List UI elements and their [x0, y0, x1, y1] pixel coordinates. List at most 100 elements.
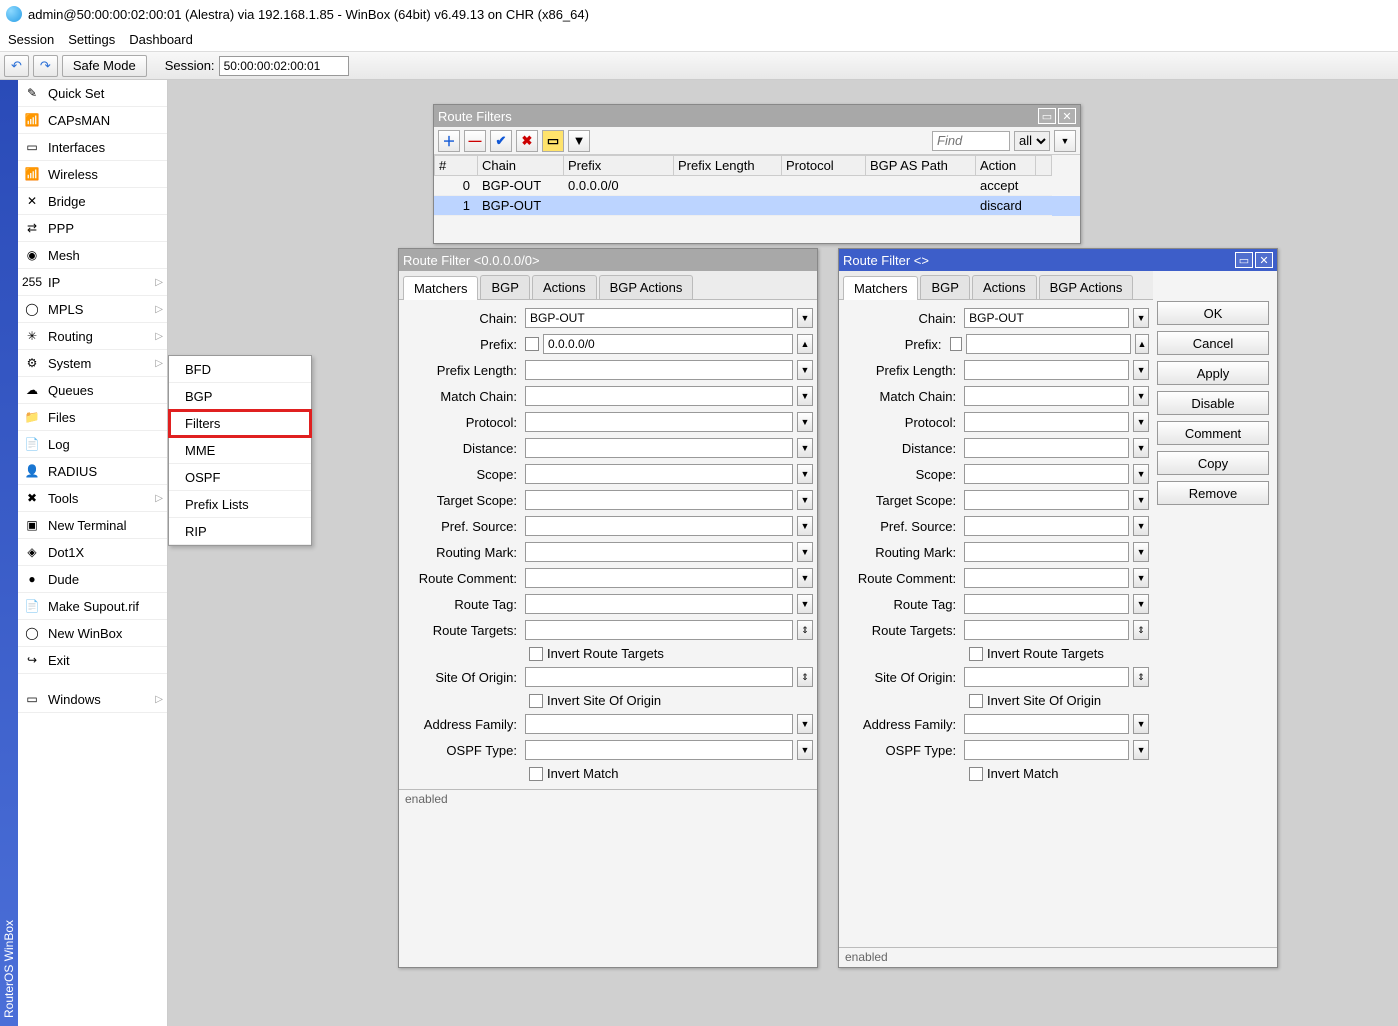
dropdown-icon[interactable]: ▼: [1133, 386, 1149, 406]
prefix-enable-checkbox[interactable]: [525, 337, 539, 351]
submenu-item-ospf[interactable]: OSPF: [169, 464, 311, 491]
checkbox-invert-match[interactable]: [969, 767, 983, 781]
dropdown-icon[interactable]: ▼: [797, 714, 813, 734]
dropdown-icon[interactable]: ▼: [797, 516, 813, 536]
dropdown-icon[interactable]: ▼: [1133, 594, 1149, 614]
submenu-item-mme[interactable]: MME: [169, 437, 311, 464]
route-comment-input[interactable]: [525, 568, 793, 588]
close-icon[interactable]: ✕: [1058, 108, 1076, 124]
route-filters-titlebar[interactable]: Route Filters ▭ ✕: [434, 105, 1080, 127]
submenu-item-prefix-lists[interactable]: Prefix Lists: [169, 491, 311, 518]
remove-button[interactable]: Remove: [1157, 481, 1269, 505]
dropdown-icon[interactable]: ▼: [797, 568, 813, 588]
routing-mark-input[interactable]: [964, 542, 1129, 562]
menu-settings[interactable]: Settings: [68, 32, 115, 47]
dropdown-icon[interactable]: ▼: [1133, 412, 1149, 432]
dropdown-icon[interactable]: ▼: [797, 412, 813, 432]
undo-button[interactable]: ↶: [4, 55, 29, 77]
tab-bgp[interactable]: BGP: [920, 275, 969, 299]
target-scope-input[interactable]: [525, 490, 793, 510]
sidebar-item-dude[interactable]: ●Dude: [18, 566, 167, 593]
protocol-input[interactable]: [964, 412, 1129, 432]
sidebar-item-windows[interactable]: ▭Windows▷: [18, 686, 167, 713]
submenu-item-bgp[interactable]: BGP: [169, 383, 311, 410]
prefix-length-input[interactable]: [525, 360, 793, 380]
dropdown-icon[interactable]: ▼: [1133, 490, 1149, 510]
cancel-button[interactable]: Cancel: [1157, 331, 1269, 355]
dropdown-icon[interactable]: ▼: [1133, 516, 1149, 536]
dropdown-icon[interactable]: ▼: [797, 594, 813, 614]
dropdown-icon[interactable]: ▼: [797, 386, 813, 406]
menu-dashboard[interactable]: Dashboard: [129, 32, 193, 47]
column-header[interactable]: Action: [976, 155, 1036, 176]
filter-select[interactable]: all: [1014, 131, 1050, 151]
dropdown-icon[interactable]: ▼: [1133, 568, 1149, 588]
match-chain-input[interactable]: [525, 386, 793, 406]
sidebar-item-mesh[interactable]: ◉Mesh: [18, 242, 167, 269]
dropdown-icon[interactable]: ⇕: [1133, 620, 1149, 640]
copy-button[interactable]: Copy: [1157, 451, 1269, 475]
checkbox-invert-site-of-origin[interactable]: [529, 694, 543, 708]
apply-button[interactable]: Apply: [1157, 361, 1269, 385]
dropdown-icon[interactable]: ▼: [797, 360, 813, 380]
submenu-item-bfd[interactable]: BFD: [169, 356, 311, 383]
sidebar-item-wireless[interactable]: 📶Wireless: [18, 161, 167, 188]
route-targets-input[interactable]: [964, 620, 1129, 640]
column-header[interactable]: BGP AS Path: [866, 155, 976, 176]
menu-session[interactable]: Session: [8, 32, 54, 47]
sidebar-item-radius[interactable]: 👤RADIUS: [18, 458, 167, 485]
routing-mark-input[interactable]: [525, 542, 793, 562]
chain-input[interactable]: [964, 308, 1129, 328]
dropdown-icon[interactable]: ▼: [1133, 464, 1149, 484]
tab-actions[interactable]: Actions: [532, 275, 597, 299]
sidebar-item-interfaces[interactable]: ▭Interfaces: [18, 134, 167, 161]
dropdown-icon[interactable]: ▼: [1133, 360, 1149, 380]
dropdown-icon[interactable]: ▼: [1133, 740, 1149, 760]
disable-button[interactable]: ✖: [516, 130, 538, 152]
dropdown-icon[interactable]: ▼: [1133, 308, 1149, 328]
comment-button[interactable]: Comment: [1157, 421, 1269, 445]
route-tag-input[interactable]: [964, 594, 1129, 614]
sidebar-item-queues[interactable]: ☁Queues: [18, 377, 167, 404]
checkbox-invert-route-targets[interactable]: [969, 647, 983, 661]
sidebar-item-ppp[interactable]: ⇄PPP: [18, 215, 167, 242]
sidebar-item-bridge[interactable]: ✕Bridge: [18, 188, 167, 215]
tab-actions[interactable]: Actions: [972, 275, 1037, 299]
site-of-origin-input[interactable]: [525, 667, 793, 687]
sidebar-item-new-terminal[interactable]: ▣New Terminal: [18, 512, 167, 539]
prefix-input[interactable]: [966, 334, 1131, 354]
dropdown-icon[interactable]: ⇕: [797, 667, 813, 687]
filter-dropdown-icon[interactable]: ▼: [1054, 130, 1076, 152]
column-header[interactable]: Chain: [478, 155, 564, 176]
dropdown-icon[interactable]: ▼: [1133, 542, 1149, 562]
table-row[interactable]: 0BGP-OUT0.0.0.0/0accept: [434, 176, 1080, 196]
sidebar-item-new-winbox[interactable]: ◯New WinBox: [18, 620, 167, 647]
sidebar-item-system[interactable]: ⚙System▷: [18, 350, 167, 377]
close-icon[interactable]: ✕: [1255, 252, 1273, 268]
sidebar-item-dot1x[interactable]: ◈Dot1X: [18, 539, 167, 566]
column-header[interactable]: Prefix Length: [674, 155, 782, 176]
dropdown-icon[interactable]: ▼: [1133, 438, 1149, 458]
table-row[interactable]: 1BGP-OUTdiscard: [434, 196, 1080, 216]
tab-bgp-actions[interactable]: BGP Actions: [1039, 275, 1134, 299]
prefix-enable-checkbox[interactable]: [950, 337, 962, 351]
sidebar-item-exit[interactable]: ↪Exit: [18, 647, 167, 674]
add-button[interactable]: ＋: [438, 130, 460, 152]
route-comment-input[interactable]: [964, 568, 1129, 588]
session-input[interactable]: [219, 56, 349, 76]
safe-mode-button[interactable]: Safe Mode: [62, 55, 147, 77]
dropdown-icon[interactable]: ⇕: [797, 620, 813, 640]
column-header[interactable]: #: [434, 155, 478, 176]
remove-button[interactable]: —: [464, 130, 486, 152]
column-header[interactable]: [1036, 155, 1052, 176]
sidebar-item-log[interactable]: 📄Log: [18, 431, 167, 458]
chain-input[interactable]: [525, 308, 793, 328]
submenu-item-filters[interactable]: Filters: [169, 410, 311, 437]
prefix-length-input[interactable]: [964, 360, 1129, 380]
minimize-icon[interactable]: ▭: [1235, 252, 1253, 268]
dropdown-icon[interactable]: ▼: [797, 308, 813, 328]
distance-input[interactable]: [525, 438, 793, 458]
checkbox-invert-route-targets[interactable]: [529, 647, 543, 661]
pref-source-input[interactable]: [964, 516, 1129, 536]
sidebar-item-routing[interactable]: ✳Routing▷: [18, 323, 167, 350]
